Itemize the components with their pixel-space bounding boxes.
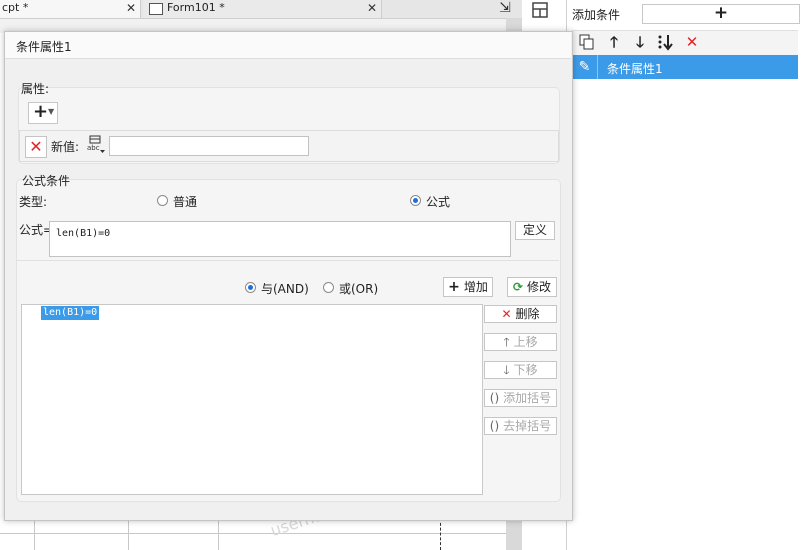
new-value-input[interactable] — [109, 136, 309, 156]
grid-line — [128, 518, 129, 550]
form-icon — [149, 3, 163, 15]
add-property-dropdown[interactable]: + ▼ — [28, 101, 58, 124]
condition-list[interactable] — [21, 304, 483, 495]
arrow-up-icon[interactable]: 🡑 — [605, 33, 623, 51]
move-down-button[interactable]: 🡓 下移 — [484, 361, 557, 379]
layout-icon[interactable] — [530, 0, 552, 22]
dialog-titlebar — [5, 32, 571, 59]
add-condition-button[interactable]: + — [642, 4, 800, 24]
modify-button-label: 修改 — [527, 280, 552, 294]
formula-label: 公式= — [19, 223, 54, 237]
remove-bracket-button[interactable]: () 去掉括号 — [484, 417, 557, 435]
export-icon[interactable]: ⇲ — [496, 0, 514, 18]
add-condition-label: 添加条件 — [572, 8, 621, 22]
formula-input[interactable]: len(B1)=0 — [49, 221, 511, 257]
remove-bracket-icon: () — [489, 419, 500, 433]
new-value-label: 新值: — [51, 140, 80, 154]
add-bracket-label: 添加括号 — [503, 391, 552, 405]
bracket-icon: () — [489, 391, 500, 405]
conditions-panel — [566, 0, 802, 550]
abc-label: abc — [87, 144, 100, 152]
tab-form101-label: Form101 * — [167, 1, 225, 14]
plus-icon: + — [448, 279, 460, 295]
divider — [16, 260, 559, 261]
condition-item-label: 条件属性1 — [607, 62, 663, 76]
radio-formula[interactable] — [410, 195, 421, 206]
radio-or[interactable] — [323, 282, 334, 293]
arrow-down-icon: 🡓 — [503, 363, 510, 377]
grid-line — [0, 533, 506, 534]
condition-entry[interactable]: len(B1)=0 — [41, 306, 100, 320]
add-button-label: 增加 — [463, 280, 488, 294]
grid-line — [440, 518, 442, 550]
value-type-icon[interactable]: abc — [86, 135, 106, 155]
radio-and[interactable] — [245, 282, 256, 293]
grid-line — [34, 518, 35, 550]
tab-form101[interactable]: Form101 * ✕ — [143, 0, 382, 18]
sort-down-icon[interactable] — [656, 33, 674, 51]
property-label: 属性: — [21, 82, 50, 96]
modify-icon: ⟳ — [512, 280, 524, 294]
modify-button[interactable]: ⟳ 修改 — [507, 277, 557, 297]
delete-icon[interactable]: ✕ — [683, 33, 701, 51]
plus-icon: + — [33, 101, 49, 122]
radio-normal[interactable] — [157, 195, 168, 206]
copy-icon[interactable] — [578, 33, 596, 51]
move-up-button[interactable]: 🡑 上移 — [484, 333, 557, 351]
add-bracket-button[interactable]: () 添加括号 — [484, 389, 557, 407]
move-down-label: 下移 — [513, 363, 538, 377]
condition-list-item[interactable]: ✎ 条件属性1 — [572, 55, 798, 79]
formula-condition-label: 公式条件 — [22, 174, 71, 188]
type-normal-label: 普通 — [173, 195, 198, 209]
move-up-label: 上移 — [513, 335, 538, 349]
delete-button-label: 删除 — [515, 307, 540, 321]
report-grid[interactable] — [0, 518, 506, 550]
tab-cpt-label: cpt * — [2, 1, 29, 14]
type-label: 类型: — [19, 195, 48, 209]
remove-property-button[interactable]: ✕ — [25, 136, 47, 158]
arrow-down-icon[interactable]: 🡓 — [631, 33, 649, 51]
close-icon[interactable]: ✕ — [367, 0, 377, 16]
type-formula-label: 公式 — [426, 195, 451, 209]
grid-line — [218, 518, 219, 550]
or-label: 或(OR) — [339, 282, 379, 296]
edit-icon[interactable]: ✎ — [572, 55, 598, 79]
delete-icon: ✕ — [501, 307, 512, 321]
chevron-down-icon: ▼ — [48, 107, 55, 116]
add-button[interactable]: + 增加 — [443, 277, 493, 297]
remove-bracket-label: 去掉括号 — [503, 419, 552, 433]
dialog-title: 条件属性1 — [16, 40, 72, 54]
delete-button[interactable]: ✕ 删除 — [484, 305, 557, 323]
and-label: 与(AND) — [261, 282, 309, 296]
arrow-up-icon: 🡑 — [503, 335, 510, 349]
define-button[interactable]: 定义 — [515, 221, 555, 240]
close-icon[interactable]: ✕ — [126, 0, 136, 16]
tab-cpt[interactable]: cpt * ✕ — [0, 0, 141, 18]
